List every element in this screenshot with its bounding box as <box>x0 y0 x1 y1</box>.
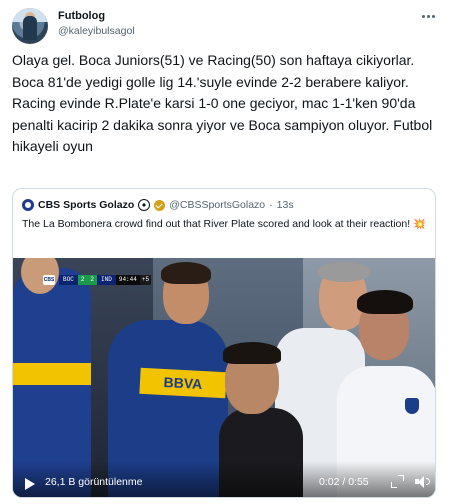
scoreboard-added-time: +5 <box>139 275 152 285</box>
man-dark-shirt-hair <box>223 342 281 364</box>
quoted-header: CBS Sports Golazo @CBSSportsGolazo · 13s <box>22 198 294 212</box>
cbs-logo-icon <box>22 199 34 211</box>
expand-icon[interactable] <box>391 475 404 488</box>
scoreboard-home: BOC <box>59 275 78 285</box>
collision-emoji-icon: 💥 <box>413 219 426 230</box>
sponsor-logo: BBVA <box>139 367 227 399</box>
video-player[interactable]: BBVA CBS BOC 2 2 IND 94:44 +5 26,1 B gör… <box>13 258 435 497</box>
volume-icon[interactable] <box>415 475 430 488</box>
scoreboard-away-score: 2 <box>87 275 98 285</box>
quoted-text-body: The La Bombonera crowd find out that Riv… <box>22 218 411 230</box>
club-badge-icon <box>405 398 419 414</box>
scoreboard: BOC 2 2 IND 94:44 +5 <box>59 275 152 285</box>
video-time: 0:02 / 0:55 <box>319 476 369 488</box>
quoted-author-handle[interactable]: @CBSSportsGolazo <box>169 199 265 211</box>
quoted-text: The La Bombonera crowd find out that Riv… <box>22 217 426 232</box>
tweet: Futbolog @kaleyibulsagol Olaya gel. Boca… <box>0 0 453 504</box>
quoted-tweet[interactable]: CBS Sports Golazo @CBSSportsGolazo · 13s… <box>12 188 436 498</box>
separator-dot: · <box>269 199 273 211</box>
video-controls: 26,1 B görüntülenme 0:02 / 0:55 <box>13 461 435 497</box>
scoreboard-clock: 94:44 <box>115 275 140 285</box>
author-name[interactable]: Futbolog <box>58 10 105 22</box>
quoted-author-name[interactable]: CBS Sports Golazo <box>38 199 134 211</box>
verified-badge-icon <box>154 199 166 211</box>
avatar[interactable] <box>12 8 48 44</box>
view-count: 26,1 B görüntülenme <box>45 476 143 488</box>
author-handle[interactable]: @kaleyibulsagol <box>58 25 135 37</box>
broadcaster-logo-icon: CBS <box>43 275 55 285</box>
soccer-ball-icon <box>138 199 151 211</box>
tweet-text: Olaya gel. Boca Juniors(51) ve Racing(50… <box>12 52 433 154</box>
staff-white-hair <box>357 290 413 314</box>
player-center-hair <box>161 262 211 284</box>
quoted-timestamp[interactable]: 13s <box>277 199 294 211</box>
scoreboard-away: IND <box>97 275 116 285</box>
scoreboard-home-score: 2 <box>77 275 88 285</box>
play-icon[interactable] <box>25 478 35 490</box>
more-dots-icon[interactable] <box>419 10 437 22</box>
coach-white-hair <box>317 262 371 282</box>
